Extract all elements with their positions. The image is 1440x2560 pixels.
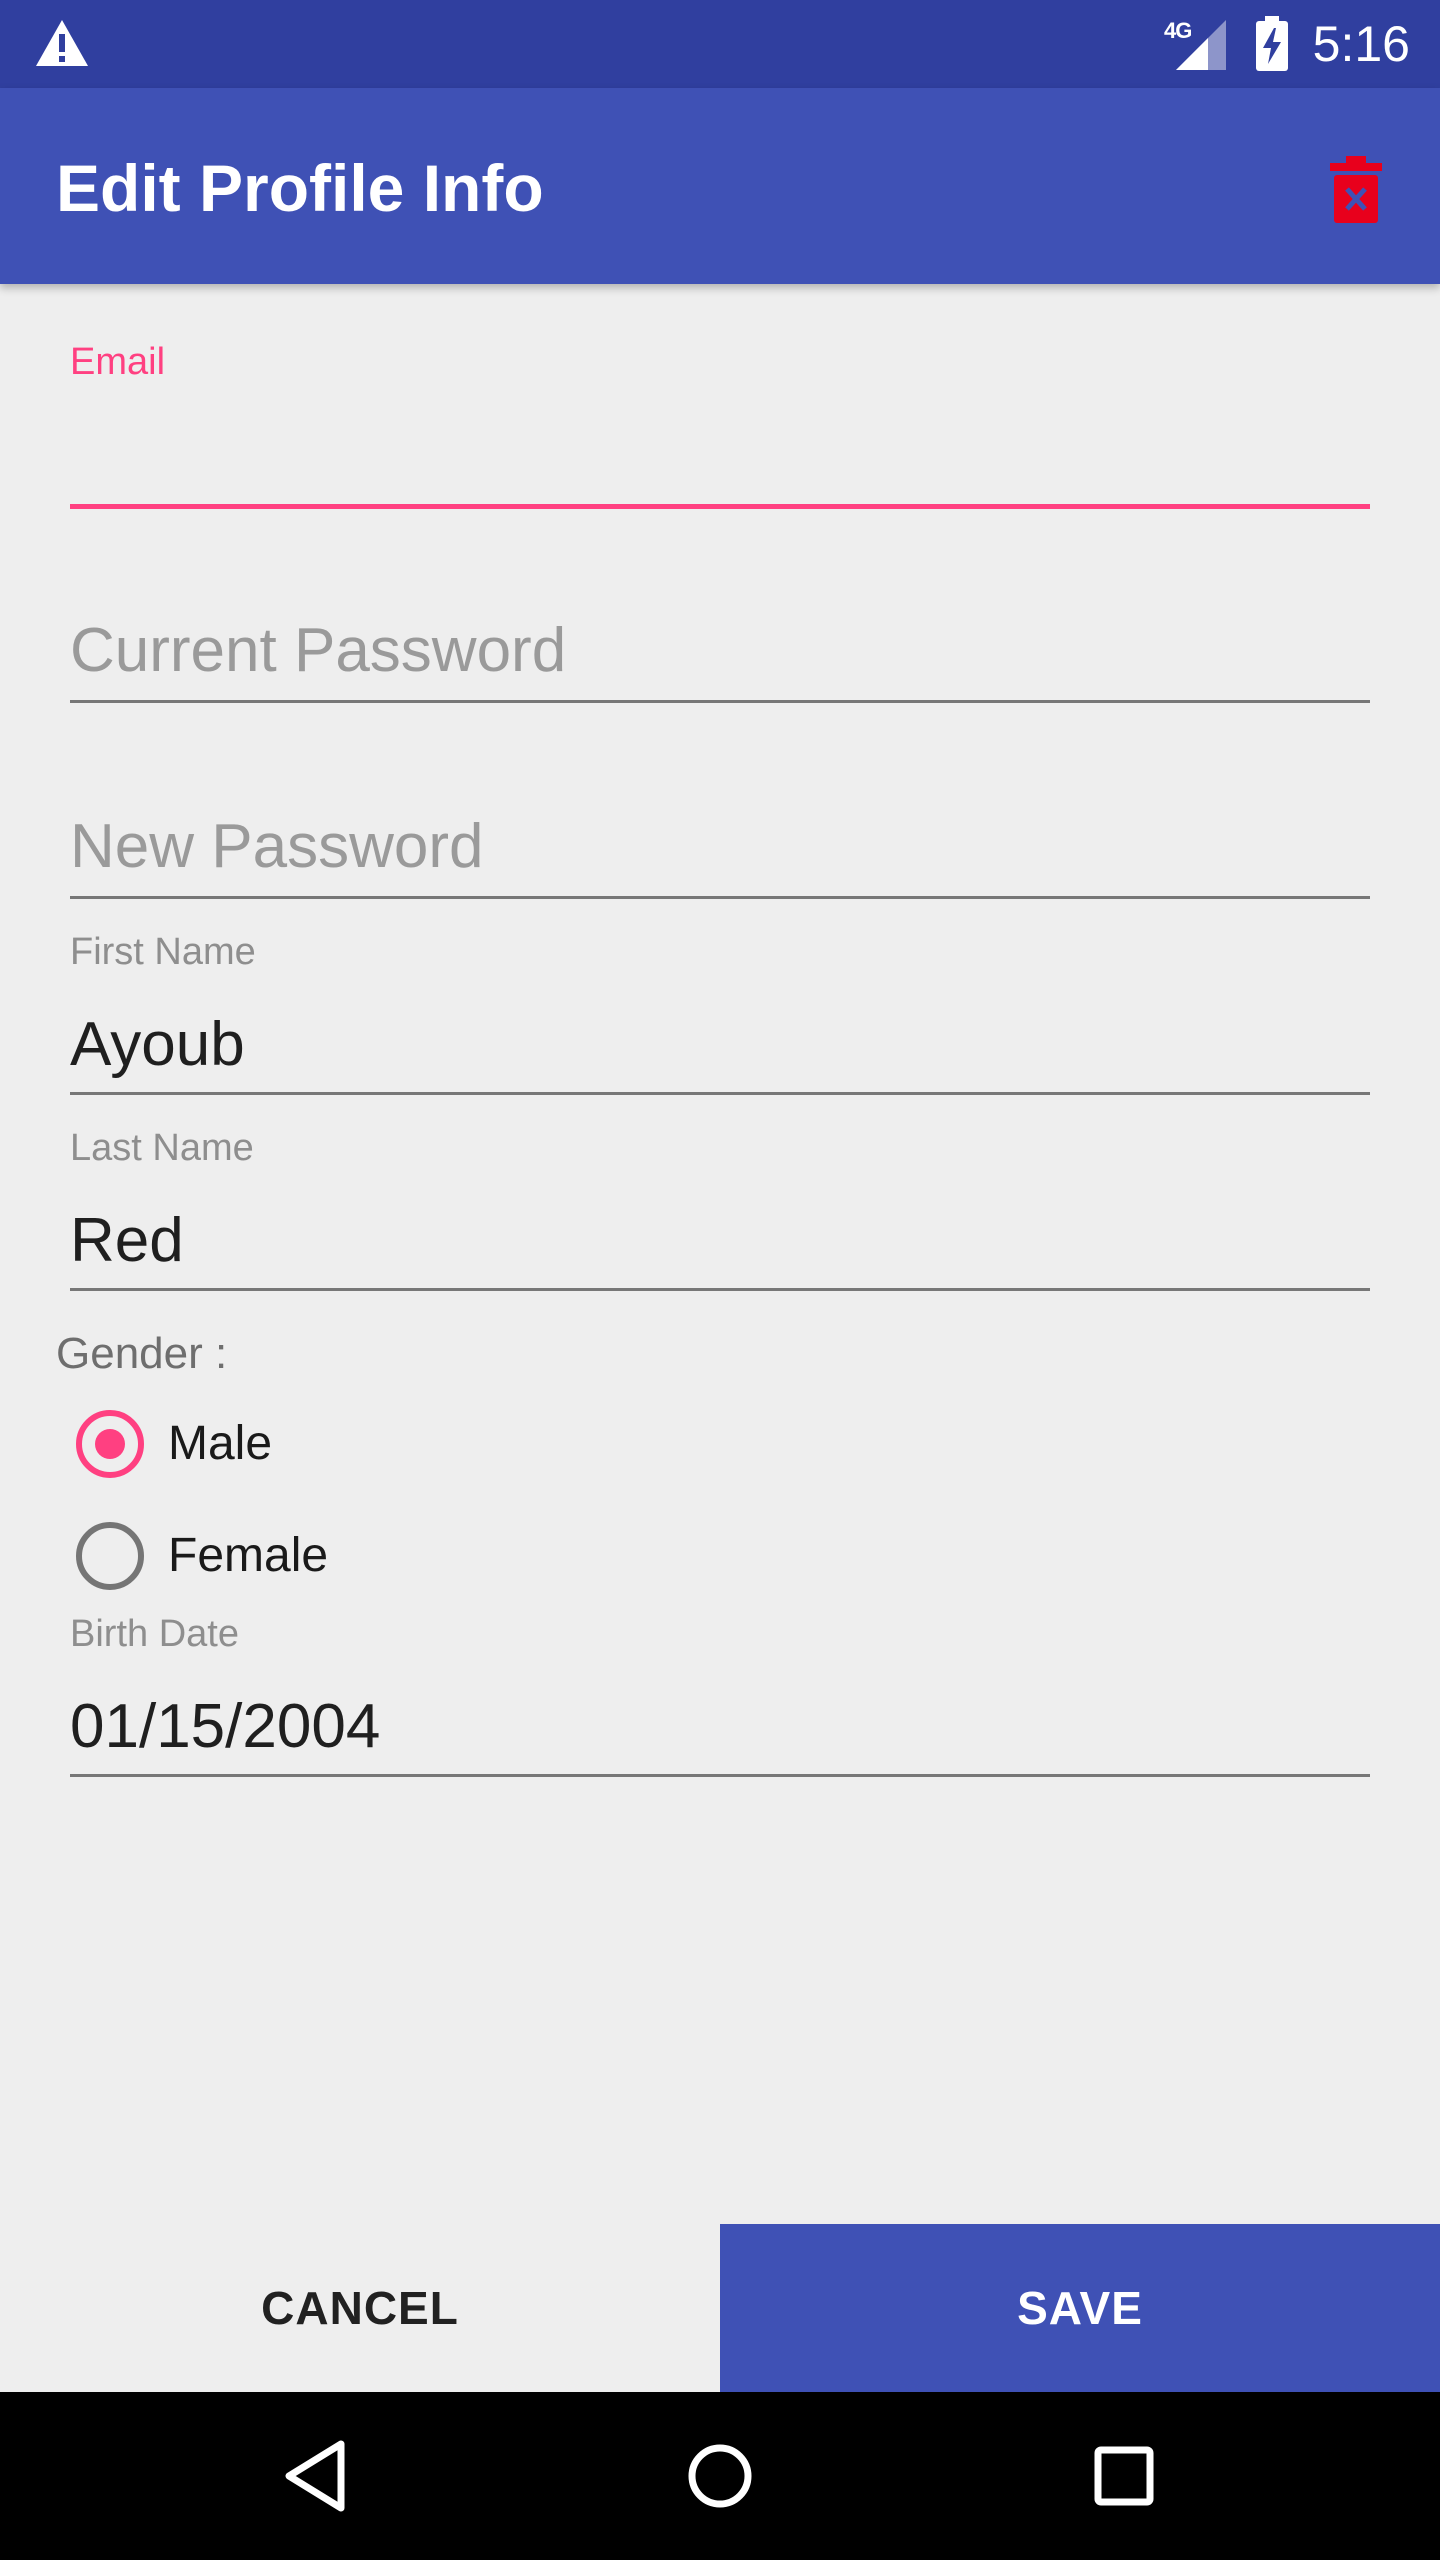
recents-icon	[1094, 2446, 1154, 2506]
email-label: Email	[70, 341, 166, 383]
new-password-underline	[70, 896, 1370, 899]
current-password-field[interactable]: Current Password	[70, 600, 1370, 710]
new-password-input[interactable]: New Password	[70, 810, 483, 884]
gender-label: Gender :	[56, 1329, 228, 1378]
current-password-input[interactable]: Current Password	[70, 614, 566, 688]
birth-date-underline	[70, 1774, 1370, 1777]
first-name-label: First Name	[70, 931, 256, 973]
delete-button[interactable]	[1314, 142, 1398, 238]
last-name-label: Last Name	[70, 1127, 254, 1169]
delete-icon	[1330, 156, 1382, 223]
warning-icon	[36, 20, 88, 66]
current-password-underline	[70, 700, 1370, 703]
last-name-input[interactable]: Red	[70, 1204, 184, 1278]
birth-date-label: Birth Date	[70, 1613, 239, 1655]
first-name-underline	[70, 1092, 1370, 1095]
home-icon	[688, 2444, 752, 2508]
male-radio-label: Male	[168, 1417, 273, 1470]
back-icon	[285, 2440, 345, 2512]
status-clock: 5:16	[1312, 16, 1410, 72]
first-name-input[interactable]: Ayoub	[70, 1008, 245, 1082]
email-field[interactable]: Email	[70, 336, 1370, 516]
new-password-field[interactable]: New Password	[70, 796, 1370, 906]
birth-date-input[interactable]: 01/15/2004	[70, 1690, 380, 1764]
home-button[interactable]	[670, 2426, 770, 2526]
page-title: Edit Profile Info	[56, 151, 544, 225]
network-type-label: 4G	[1164, 18, 1192, 43]
email-underline	[70, 504, 1370, 509]
first-name-field[interactable]: First Name Ayoub	[70, 928, 1370, 1098]
app-bar: Edit Profile Info	[0, 88, 1440, 284]
recents-button[interactable]	[1074, 2426, 1174, 2526]
female-radio-button[interactable]	[76, 1522, 144, 1590]
battery-charging-icon	[1256, 16, 1288, 71]
status-bar: 4G 5:16	[0, 0, 1440, 88]
birth-date-field[interactable]: Birth Date 01/15/2004	[70, 1612, 1370, 1792]
cancel-button[interactable]: CANCEL	[0, 2224, 720, 2392]
navigation-bar	[0, 2392, 1440, 2560]
last-name-field[interactable]: Last Name Red	[70, 1124, 1370, 1294]
male-radio-button[interactable]	[76, 1410, 144, 1478]
back-button[interactable]	[266, 2426, 366, 2526]
last-name-underline	[70, 1288, 1370, 1291]
gender-option-male[interactable]: Male	[72, 1402, 672, 1482]
gender-option-female[interactable]: Female	[72, 1514, 672, 1594]
radio-checked-dot	[95, 1429, 125, 1459]
female-radio-label: Female	[168, 1529, 329, 1582]
save-button[interactable]: SAVE	[720, 2224, 1440, 2392]
